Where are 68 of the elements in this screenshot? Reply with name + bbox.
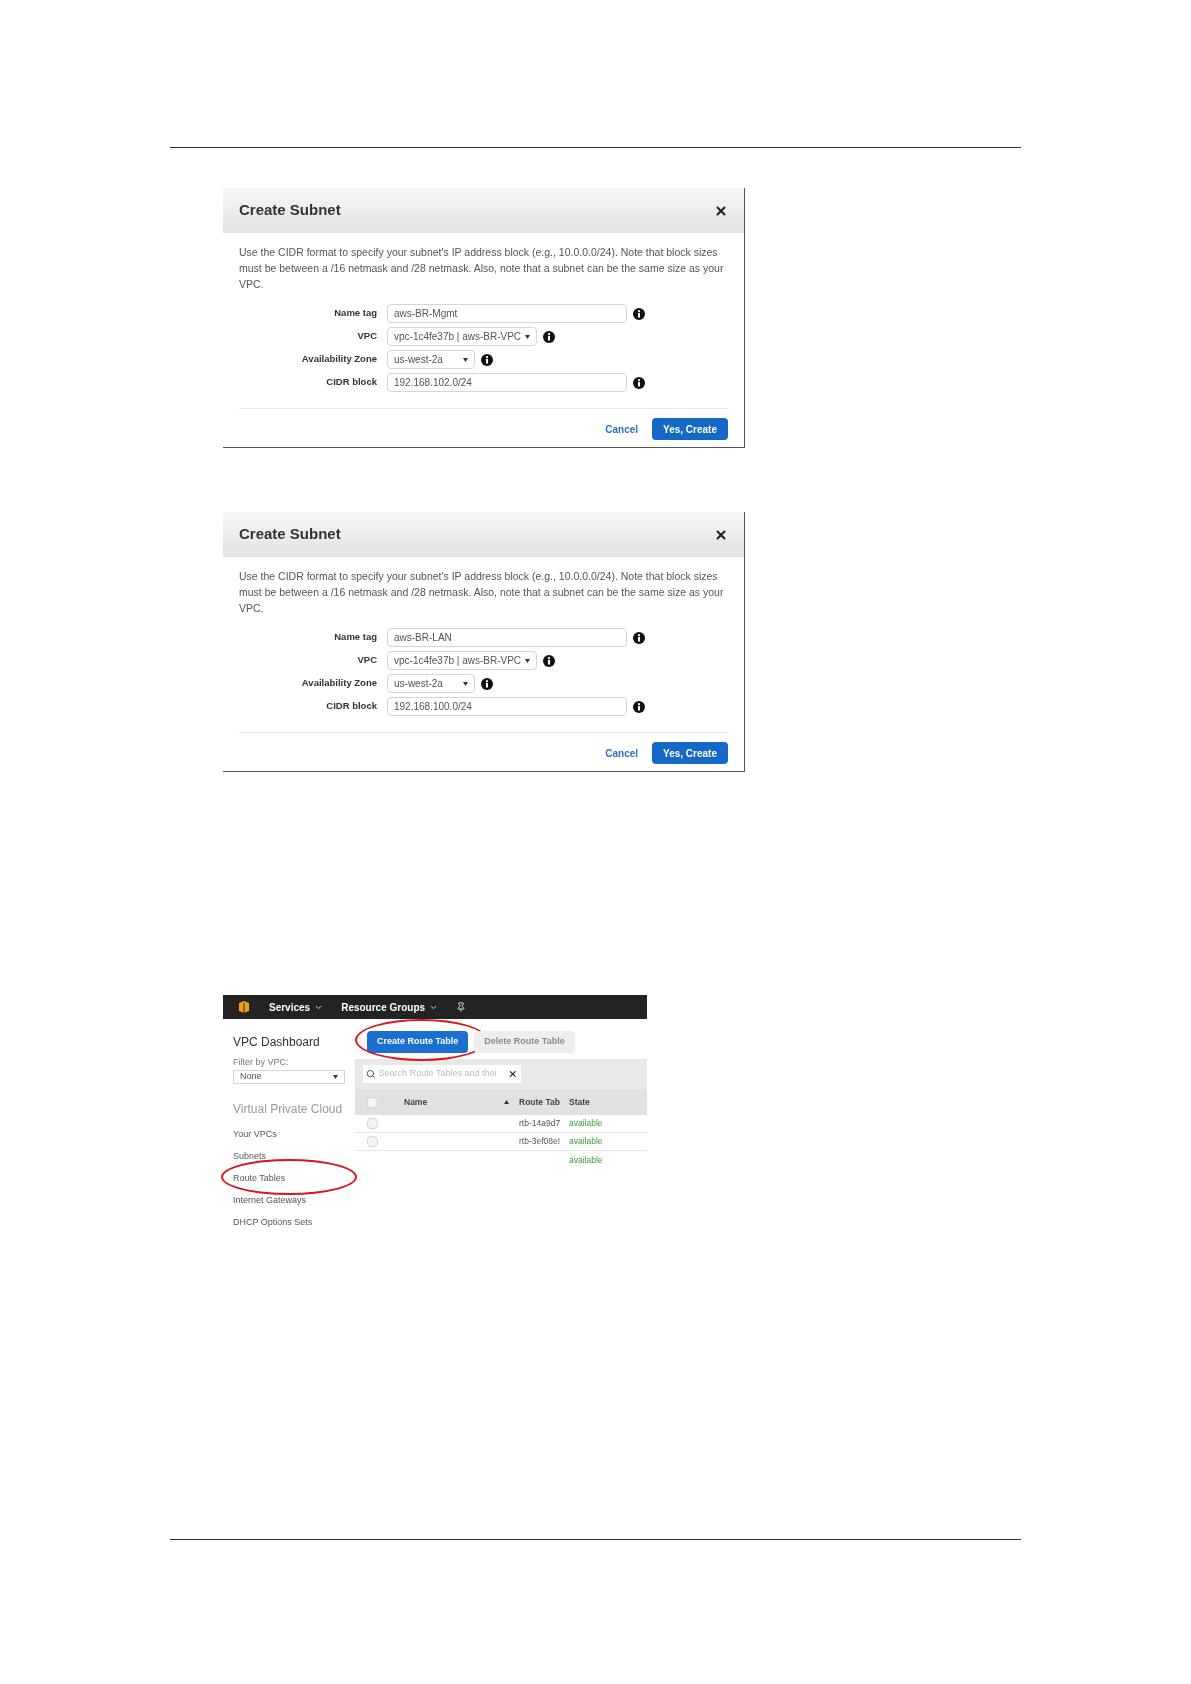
field-label: Name tag bbox=[333, 306, 377, 321]
field-label: Name tag bbox=[333, 630, 377, 645]
select-field[interactable]: vpc-1c4fe37b | aws-BR-VPC bbox=[387, 327, 537, 346]
table-cell: rtb-14a9d7 bbox=[519, 1117, 561, 1130]
column-header[interactable]: Route Tab bbox=[519, 1095, 565, 1109]
filter-label: Filter by VPC: bbox=[233, 1056, 290, 1069]
input-field[interactable]: aws-BR-Mgmt bbox=[387, 304, 627, 323]
info-icon[interactable] bbox=[633, 376, 645, 389]
cancel-link[interactable]: Cancel bbox=[605, 421, 639, 437]
checkbox[interactable] bbox=[367, 1136, 378, 1147]
info-icon[interactable] bbox=[481, 677, 493, 690]
select-field[interactable]: vpc-1c4fe37b | aws-BR-VPC bbox=[387, 651, 537, 670]
nav-menu[interactable]: Services bbox=[269, 999, 324, 1015]
info-icon[interactable] bbox=[633, 631, 645, 644]
select-field[interactable]: us-west-2a bbox=[387, 674, 475, 693]
checkbox[interactable] bbox=[367, 1096, 378, 1108]
caret-icon bbox=[463, 357, 468, 362]
caret-icon bbox=[525, 658, 530, 663]
sort-icon bbox=[504, 1100, 509, 1104]
column-header[interactable]: Name bbox=[404, 1095, 504, 1109]
clear-icon[interactable] bbox=[508, 1069, 518, 1079]
info-icon[interactable] bbox=[543, 654, 555, 667]
info-icon[interactable] bbox=[633, 307, 645, 320]
caret-icon bbox=[463, 681, 468, 686]
caret-icon bbox=[525, 334, 530, 339]
cancel-link[interactable]: Cancel bbox=[605, 745, 639, 761]
input-field[interactable]: 192.168.100.0/24 bbox=[387, 697, 627, 716]
field-label: Availability Zone bbox=[300, 352, 377, 367]
checkbox[interactable] bbox=[367, 1118, 378, 1129]
create-button[interactable]: Yes, Create bbox=[652, 418, 728, 440]
field-label: CIDR block bbox=[325, 375, 377, 390]
input-field[interactable]: 192.168.102.0/24 bbox=[387, 373, 627, 392]
dialog-title: Create Subnet bbox=[239, 200, 341, 221]
info-icon[interactable] bbox=[543, 330, 555, 343]
description: Use the CIDR format to specify your subnet's IP address block (e.g., 10.0.0.0/24). Note that block sizes must be between a /16 netmask and /28 netmask. Also, note that a subnet can be the same size as your VPC. bbox=[239, 245, 725, 292]
search-icon bbox=[366, 1069, 376, 1079]
sidebar-item[interactable]: Internet Gateways bbox=[233, 1192, 307, 1207]
filter-select[interactable]: None bbox=[233, 1069, 345, 1084]
section-heading: Virtual Private Cloud bbox=[233, 1100, 344, 1118]
input-field[interactable]: aws-BR-LAN bbox=[387, 628, 627, 647]
dialog-title: Create Subnet bbox=[239, 524, 341, 545]
nav-menu[interactable]: Resource Groups bbox=[341, 999, 439, 1015]
caret-icon bbox=[333, 1074, 338, 1079]
field-label: CIDR block bbox=[325, 699, 377, 714]
info-icon[interactable] bbox=[481, 353, 493, 366]
field-label: VPC bbox=[356, 329, 377, 344]
field-label: Availability Zone bbox=[300, 676, 377, 691]
sidebar-title: VPC Dashboard bbox=[233, 1034, 321, 1051]
column-header[interactable]: State bbox=[569, 1095, 590, 1109]
sidebar-item[interactable]: DHCP Options Sets bbox=[233, 1214, 313, 1229]
info-icon[interactable] bbox=[633, 700, 645, 713]
close-icon[interactable] bbox=[714, 203, 728, 218]
select-field[interactable]: us-west-2a bbox=[387, 350, 475, 369]
search-field[interactable]: Search Route Tables and thei bbox=[363, 1065, 521, 1083]
status-text: available bbox=[569, 1135, 603, 1148]
sidebar-item[interactable]: Subnets bbox=[233, 1148, 267, 1163]
close-icon[interactable] bbox=[714, 527, 728, 542]
toolbar-button[interactable]: Create Route Table bbox=[367, 1030, 469, 1053]
field-label: VPC bbox=[356, 653, 377, 668]
status-text: available bbox=[569, 1153, 603, 1167]
description: Use the CIDR format to specify your subnet's IP address block (e.g., 10.0.0.0/24). Note that block sizes must be between a /16 netmask and /28 netmask. Also, note that a subnet can be the same size as your VPC. bbox=[239, 569, 725, 616]
cube-icon bbox=[237, 1000, 251, 1014]
sidebar-item[interactable]: Your VPCs bbox=[233, 1126, 277, 1141]
pin-icon[interactable] bbox=[456, 1002, 467, 1012]
create-button[interactable]: Yes, Create bbox=[652, 742, 728, 764]
sidebar-item[interactable]: Route Tables bbox=[233, 1170, 286, 1185]
status-text: available bbox=[569, 1117, 603, 1130]
table-cell: rtb-3ef08e! bbox=[519, 1135, 561, 1148]
